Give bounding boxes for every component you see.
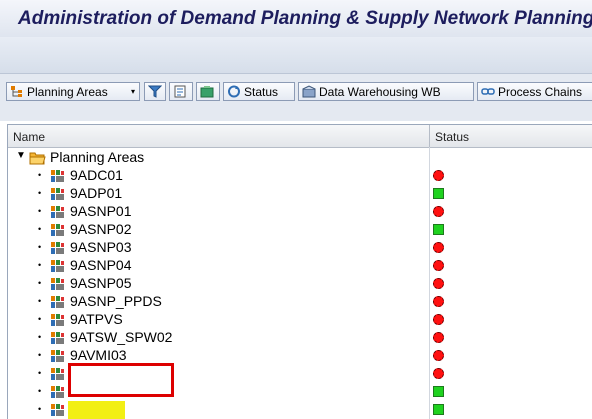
dwb-label: Data Warehousing WB (319, 84, 441, 99)
tree-row[interactable]: • 9ADC01 (8, 167, 592, 185)
status-button[interactable]: Status (223, 82, 295, 101)
tree-bullet-icon: • (38, 314, 42, 324)
status-red-icon (433, 278, 444, 289)
status-red-icon (433, 170, 444, 181)
status-label: Status (244, 84, 279, 99)
tree-row[interactable]: • 9ATSW_SPW02 (8, 329, 592, 347)
tree-row[interactable]: • 9ASNP01 (8, 203, 592, 221)
refresh-status-icon (228, 85, 240, 98)
tree-bullet-icon: • (38, 206, 42, 216)
status-red-icon (433, 314, 444, 325)
tree-bullet-icon: • (38, 296, 42, 306)
tree-row[interactable]: • 9ASNP_PPDS (8, 293, 592, 311)
status-red-icon (433, 206, 444, 217)
status-green-icon (433, 188, 444, 199)
planning-areas-label: Planning Areas (27, 84, 108, 99)
planning-area-icon (51, 386, 64, 398)
column-header-row: Name Status (8, 125, 592, 148)
tree-bullet-icon: • (38, 170, 42, 180)
main-toolbar: Planning Areas ▾ Status Data Warehousing… (0, 74, 592, 121)
tree-bullet-icon: • (38, 242, 42, 252)
status-red-icon (433, 350, 444, 361)
planning-area-icon (51, 314, 64, 326)
tree-row[interactable]: • 9ASNP05 (8, 275, 592, 293)
planning-area-name: 9ASNP_PPDS (70, 293, 162, 309)
dropdown-arrow-icon: ▾ (130, 87, 135, 96)
column-separator[interactable] (429, 125, 430, 147)
redacted-area-box (68, 363, 174, 397)
status-green-icon (433, 404, 444, 415)
tree-bullet-icon: • (38, 188, 42, 198)
planning-area-name: 9ASNP02 (70, 221, 132, 237)
planning-area-icon (51, 206, 64, 218)
planning-area-icon (51, 332, 64, 344)
transport-button[interactable] (196, 82, 220, 101)
planning-area-name: 9ATPVS (70, 311, 123, 327)
planning-area-name: 9ASNP03 (70, 239, 132, 255)
planning-area-name: 9ASNP05 (70, 275, 132, 291)
planning-area-icon (51, 350, 64, 362)
process-chains-button[interactable]: Process Chains (477, 82, 592, 101)
tree-bullet-icon: • (38, 260, 42, 270)
planning-area-icon (51, 242, 64, 254)
filter-button[interactable] (144, 82, 166, 101)
tree-root-row[interactable]: ▼ Planning Areas (8, 149, 592, 167)
planning-area-icon (51, 296, 64, 308)
document-icon (174, 85, 186, 98)
tree-row[interactable]: • 9ASNP03 (8, 239, 592, 257)
status-green-icon (433, 224, 444, 235)
detail-button[interactable] (169, 82, 193, 101)
tree-bullet-icon: • (38, 386, 42, 396)
tree-bullet-icon: • (38, 404, 42, 414)
column-header-status[interactable]: Status (435, 130, 469, 144)
planning-area-name: 9ASNP04 (70, 257, 132, 273)
tree-row[interactable]: • 9ATPVS (8, 311, 592, 329)
transport-icon (200, 86, 214, 98)
folder-open-icon (29, 152, 46, 165)
planning-area-name: 9AVMI03 (70, 347, 127, 363)
planning-area-name: 9ASNP01 (70, 203, 132, 219)
column-header-name[interactable]: Name (13, 130, 45, 144)
tree-root-label: Planning Areas (50, 149, 145, 165)
planning-areas-dropdown[interactable]: Planning Areas ▾ (6, 82, 140, 101)
planning-area-icon (51, 368, 64, 380)
data-warehousing-button[interactable]: Data Warehousing WB (298, 82, 474, 101)
planning-area-icon (51, 278, 64, 290)
planning-area-name: 9ATSW_SPW02 (70, 329, 173, 345)
chain-icon (481, 88, 495, 95)
planning-area-name: 9ADC01 (70, 167, 123, 183)
status-red-icon (433, 332, 444, 343)
tree-bullet-icon: • (38, 224, 42, 234)
status-red-icon (433, 242, 444, 253)
hierarchy-icon (11, 86, 22, 97)
tree-bullet-icon: • (38, 350, 42, 360)
status-red-icon (433, 296, 444, 307)
status-red-icon (433, 368, 444, 379)
planning-area-icon (51, 260, 64, 272)
window-title: Administration of Demand Planning & Supp… (18, 8, 592, 29)
collapse-triangle-icon[interactable]: ▼ (16, 150, 26, 161)
tree-bullet-icon: • (38, 368, 42, 378)
process-chains-label: Process Chains (498, 84, 583, 99)
tree-row[interactable]: • 9ADP01 (8, 185, 592, 203)
tree-bullet-icon: • (38, 332, 42, 342)
planning-area-icon (51, 404, 64, 416)
tree-row[interactable]: • 9ASNP04 (8, 257, 592, 275)
filter-icon (148, 85, 162, 98)
planning-area-icon (51, 188, 64, 200)
status-green-icon (433, 386, 444, 397)
planning-area-name: 9ADP01 (70, 185, 123, 201)
warehouse-icon (302, 85, 316, 98)
status-red-icon (433, 260, 444, 271)
tree-row[interactable]: • 9ASNP02 (8, 221, 592, 239)
planning-area-icon (51, 170, 64, 182)
zpa-highlight (68, 401, 125, 419)
tree-bullet-icon: • (38, 278, 42, 288)
planning-area-icon (51, 224, 64, 236)
title-bar: Administration of Demand Planning & Supp… (0, 0, 592, 37)
application-toolbar (0, 37, 592, 74)
